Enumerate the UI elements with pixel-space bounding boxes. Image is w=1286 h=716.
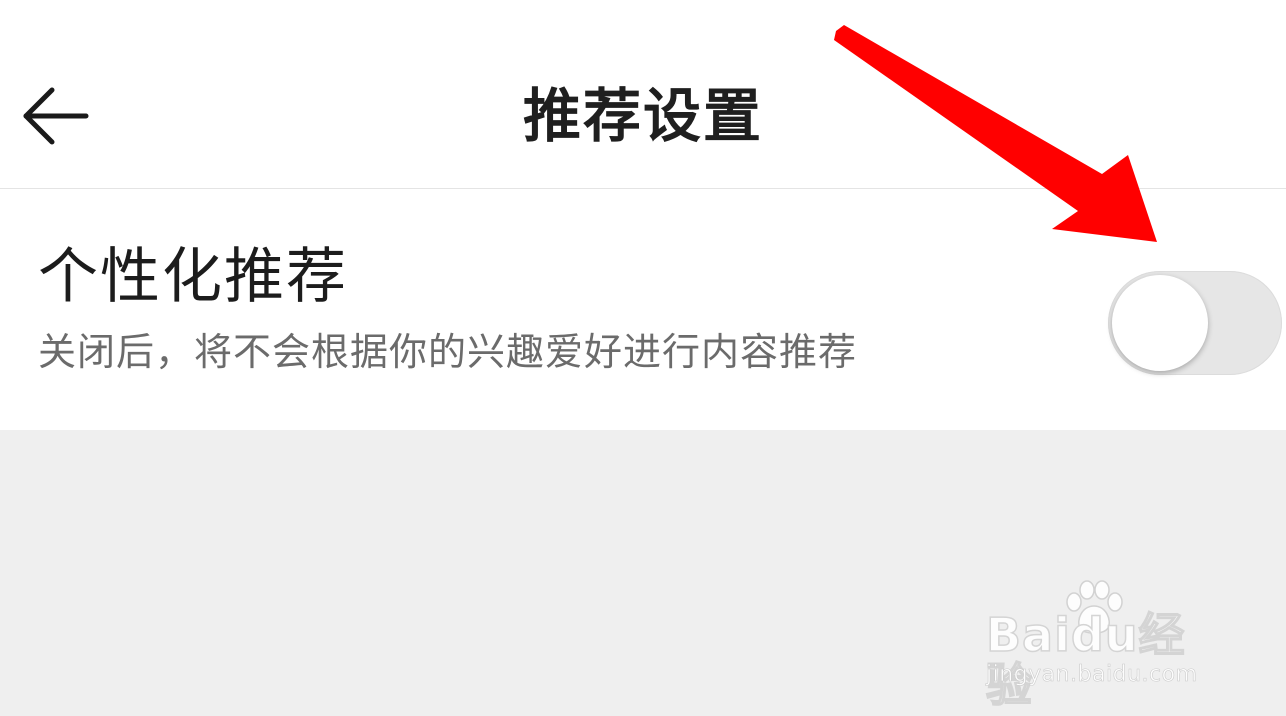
page-title: 推荐设置 (522, 82, 763, 150)
toggle-knob (1112, 275, 1208, 371)
baidu-jingyan-watermark: Baidu经验 jingyan.baidu.com (985, 580, 1226, 711)
setting-row-personalized-recommendation: 个性化推荐 关闭后，将不会根据你的兴趣爱好进行内容推荐 (0, 189, 1286, 430)
setting-title: 个性化推荐 (38, 242, 348, 312)
header-bar: 推荐设置 (0, 0, 1286, 189)
setting-description: 关闭后，将不会根据你的兴趣爱好进行内容推荐 (38, 330, 858, 374)
watermark-brand: Baidu经验 (985, 608, 1186, 712)
personalized-recommendation-toggle[interactable] (1108, 271, 1282, 375)
watermark-url: jingyan.baidu.com (986, 662, 1198, 688)
